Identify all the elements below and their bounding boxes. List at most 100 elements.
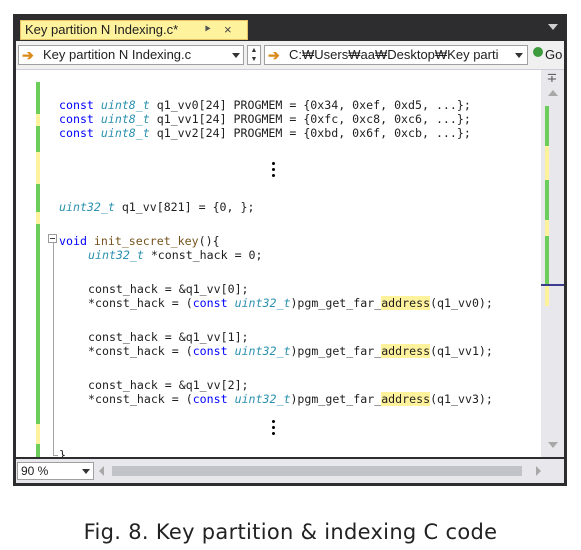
tab-bar: Key partition N Indexing.c* ⯈ ×	[16, 20, 564, 40]
path-value: C:₩Users₩aa₩Desktop₩Key parti	[289, 47, 499, 62]
code-text: *const_hack = (	[88, 392, 193, 406]
code-text: q1_vv0[24] PROGMEM = {0x34, 0xef, 0xd5, …	[149, 98, 471, 112]
scroll-map-mark	[545, 286, 549, 306]
code-text: *const_hack = (	[88, 344, 193, 358]
go-button[interactable]: Go	[545, 45, 562, 65]
code-text: )pgm_get_far_	[290, 296, 382, 310]
go-refresh-icon[interactable]	[533, 47, 543, 57]
file-scope-dropdown[interactable]: ➔ Key partition N Indexing.c	[18, 45, 244, 65]
horizontal-scroll-thumb[interactable]	[112, 466, 522, 476]
code-text: q1_vv[821] = {0, };	[114, 200, 255, 214]
code-text: (q1_vv3);	[430, 392, 493, 406]
vertical-scrollbar[interactable]: ∓	[541, 70, 564, 457]
pin-icon[interactable]: ⯈	[203, 21, 212, 39]
file-scope-value: Key partition N Indexing.c	[43, 47, 192, 62]
path-dropdown[interactable]: ➔ C:₩Users₩aa₩Desktop₩Key parti	[264, 45, 528, 65]
code-text: *const_hack = (	[88, 296, 193, 310]
code-line: *const_hack = (const uint32_t)pgm_get_fa…	[88, 344, 493, 358]
tab-key-partition-file[interactable]: Key partition N Indexing.c* ⯈ ×	[20, 20, 248, 40]
change-bar-unsaved	[36, 152, 40, 184]
code-line: uint32_t q1_vv[821] = {0, };	[59, 200, 254, 214]
function-name: init_secret_key	[93, 234, 199, 248]
change-bar-saved	[36, 184, 40, 212]
code-editor[interactable]: const uint8_t q1_vv0[24] PROGMEM = {0x34…	[16, 70, 541, 457]
code-text: (q1_vv1);	[430, 344, 493, 358]
outline-guide-end	[53, 455, 58, 456]
code-line: *const_hack = (const uint32_t)pgm_get_fa…	[88, 392, 493, 406]
code-line: const_hack = &q1_vv[1];	[88, 330, 249, 344]
chevron-down-icon	[82, 469, 90, 474]
ellipsis-vertical-icon	[272, 420, 275, 438]
type-name: uint32_t	[234, 344, 291, 358]
scroll-up-icon[interactable]	[548, 90, 558, 96]
arrow-right-icon: ➔	[22, 47, 34, 63]
scope-spinner[interactable]: ▲ ▼	[247, 45, 261, 65]
change-bar-unsaved	[36, 114, 40, 126]
scroll-map-mark	[545, 236, 549, 286]
scroll-left-icon[interactable]	[99, 466, 104, 476]
keyword: const	[59, 112, 101, 126]
code-line: void init_secret_key(){	[59, 234, 220, 248]
change-bar-saved	[36, 224, 40, 424]
ellipsis-vertical-icon	[272, 162, 275, 180]
arrow-right-icon: ➔	[268, 47, 280, 63]
code-text: q1_vv1[24] PROGMEM = {0xfc, 0xc8, 0xc6, …	[149, 112, 471, 126]
close-icon[interactable]: ×	[224, 21, 232, 39]
zoom-dropdown[interactable]: 90 %	[17, 462, 94, 480]
scroll-right-icon[interactable]	[536, 466, 541, 476]
highlighted-text: address	[381, 392, 431, 406]
scroll-map-mark	[545, 220, 549, 236]
scroll-down-icon[interactable]	[548, 442, 558, 448]
figure-caption: Fig. 8. Key partition & indexing C code	[83, 520, 498, 544]
code-line: uint32_t *const_hack = 0;	[88, 248, 263, 262]
outline-guide	[53, 243, 54, 456]
highlighted-text: address	[381, 344, 431, 358]
type-name: uint32_t	[234, 296, 291, 310]
code-text: q1_vv2[24] PROGMEM = {0xbd, 0x6f, 0xcb, …	[149, 126, 471, 140]
change-bar-saved	[36, 82, 40, 114]
keyword: const	[59, 98, 101, 112]
tab-title: Key partition N Indexing.c*	[25, 22, 179, 37]
code-line: const uint8_t q1_vv0[24] PROGMEM = {0x34…	[59, 98, 471, 112]
navigation-bar: ➔ Key partition N Indexing.c ▲ ▼ ➔ C:₩Use…	[16, 41, 564, 70]
horizontal-scrollbar-row: 90 %	[16, 459, 564, 483]
keyword: const	[192, 344, 228, 358]
editor-window: Key partition N Indexing.c* ⯈ × ➔ Key pa…	[13, 14, 567, 486]
code-line: const uint8_t q1_vv1[24] PROGMEM = {0xfc…	[59, 112, 471, 126]
zoom-value: 90 %	[21, 464, 49, 478]
change-bar-unsaved	[36, 424, 40, 444]
code-line: const_hack = &q1_vv[0];	[88, 282, 249, 296]
code-text: )pgm_get_far_	[290, 392, 382, 406]
tab-overflow-chevron-icon[interactable]	[548, 24, 558, 30]
highlighted-text: address	[381, 296, 431, 310]
type-name: uint32_t	[234, 392, 291, 406]
collapse-toggle-icon[interactable]	[48, 234, 57, 243]
change-bar-unsaved	[36, 212, 40, 224]
code-text: )pgm_get_far_	[290, 344, 382, 358]
chevron-down-icon	[232, 53, 240, 58]
chevron-down-icon	[515, 53, 523, 58]
scroll-map-mark	[545, 180, 549, 220]
keyword: const	[192, 296, 228, 310]
type-name: uint8_t	[100, 112, 150, 126]
code-text: *const_hack = 0;	[143, 248, 263, 262]
type-name: uint32_t	[59, 200, 115, 214]
change-bar-saved	[36, 126, 40, 152]
code-line: const uint8_t q1_vv2[24] PROGMEM = {0xbd…	[59, 126, 471, 140]
keyword: const	[59, 126, 101, 140]
code-line: const_hack = &q1_vv[2];	[88, 378, 249, 392]
change-bar-saved	[36, 444, 40, 457]
split-window-icon[interactable]: ∓	[546, 71, 558, 84]
scroll-map-mark	[545, 106, 549, 146]
keyword: void	[59, 234, 94, 248]
type-name: uint8_t	[100, 98, 150, 112]
code-text: (q1_vv0);	[430, 296, 493, 310]
keyword: const	[192, 392, 228, 406]
scroll-map-mark	[545, 146, 549, 180]
type-name: uint8_t	[100, 126, 150, 140]
code-text: (){	[198, 234, 220, 248]
type-name: uint32_t	[88, 248, 144, 262]
